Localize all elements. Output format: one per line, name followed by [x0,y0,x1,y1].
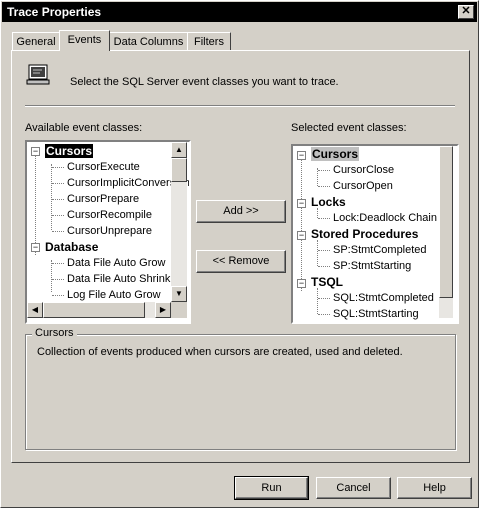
close-button[interactable]: ✕ [458,5,474,19]
tree-item[interactable]: CursorOpen [333,178,393,194]
tree-item-database[interactable]: Database [45,239,98,255]
description-title: Cursors [32,327,77,339]
vertical-scrollbar[interactable] [439,146,453,318]
collapse-icon[interactable]: − [31,243,40,252]
tree-item[interactable]: CursorUnprepare [67,223,152,239]
selected-events-tree[interactable]: − Cursors CursorClose CursorOpen − Locks… [291,144,459,324]
help-button[interactable]: Help [397,477,472,499]
separator [25,105,455,107]
scroll-up-icon[interactable]: ▲ [171,142,187,158]
tree-item-cursors[interactable]: Cursors [311,146,360,162]
run-button[interactable]: Run [234,476,309,500]
scroll-thumb[interactable] [171,158,187,182]
scroll-thumb[interactable] [43,302,145,318]
scroll-thumb[interactable] [439,146,453,298]
tab-filters[interactable]: Filters [187,32,231,51]
tree-item[interactable]: Lock:Deadlock Chain [333,210,437,226]
tree-item[interactable]: SQL:StmtStarting [333,306,419,322]
collapse-icon[interactable]: − [31,147,40,156]
tree-item-stored-procedures[interactable]: Stored Procedures [311,226,418,242]
tree-item-cursors[interactable]: Cursors [43,143,95,159]
tab-data-columns[interactable]: Data Columns [109,32,188,51]
tree-item[interactable]: SQL:StmtCompleted [333,290,434,306]
selected-label: Selected event classes: [291,122,407,134]
tree-item[interactable]: Data File Auto Grow [67,255,165,271]
trace-properties-dialog: Trace Properties ✕ General Events Data C… [0,0,479,508]
trace-events-icon [26,64,50,85]
scroll-down-icon[interactable]: ▼ [171,286,187,302]
tree-item[interactable]: CursorRecompile [67,207,152,223]
tree-item[interactable]: CursorExecute [67,159,140,175]
cancel-button[interactable]: Cancel [316,477,391,499]
tree-item[interactable]: CursorClose [333,162,394,178]
tree-item[interactable]: SP:StmtCompleted [333,242,427,258]
tree-item[interactable]: Data File Auto Shrink [67,271,170,287]
remove-button[interactable]: << Remove [196,250,286,273]
vertical-scrollbar[interactable]: ▲ ▼ [171,142,187,302]
tree-item[interactable]: Log File Auto Grow [67,287,161,303]
available-events-tree[interactable]: − Cursors CursorExecute CursorImplicitCo… [25,140,191,324]
tree-item[interactable]: CursorPrepare [67,191,139,207]
collapse-icon[interactable]: − [297,231,306,240]
tab-general[interactable]: General [12,32,60,51]
window-title: Trace Properties [7,5,102,19]
collapse-icon[interactable]: − [297,199,306,208]
scroll-right-icon[interactable]: ▶ [155,302,171,318]
instruction-text: Select the SQL Server event classes you … [70,76,339,88]
available-label: Available event classes: [25,122,143,134]
description-text: Collection of events produced when curso… [37,346,403,358]
tree-item-tsql[interactable]: TSQL [311,274,343,290]
scroll-left-icon[interactable]: ◀ [27,302,43,318]
add-button[interactable]: Add >> [196,200,286,223]
horizontal-scrollbar[interactable]: ◀ ▶ [27,302,171,318]
title-bar: Trace Properties ✕ [2,2,477,22]
tab-events[interactable]: Events [59,30,110,51]
tree-item[interactable]: SP:StmtStarting [333,258,411,274]
collapse-icon[interactable]: − [297,151,306,160]
collapse-icon[interactable]: − [297,279,306,288]
